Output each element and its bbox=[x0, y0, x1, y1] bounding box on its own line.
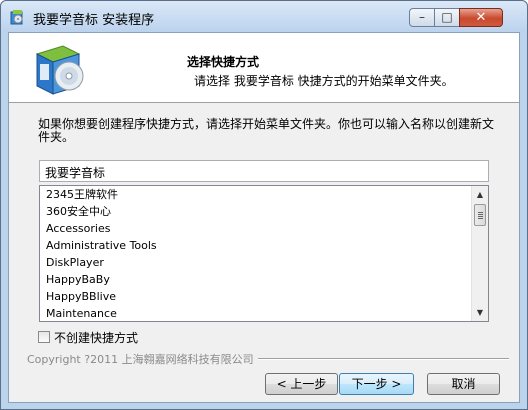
instructions-text: 如果你想要创建程序快捷方式，请选择开始菜单文件夹。你也可以输入名称以创建新文件夹… bbox=[38, 117, 495, 144]
back-button[interactable]: < 上一步 bbox=[265, 373, 338, 395]
scroll-down-icon[interactable]: ▼ bbox=[472, 304, 488, 321]
grip-line bbox=[478, 212, 483, 213]
list-item[interactable]: HappyBBlive bbox=[40, 288, 471, 305]
list-item[interactable]: Administrative Tools bbox=[40, 237, 471, 254]
start-menu-folder-list[interactable]: 2345王牌软件 360安全中心 Accessories Administrat… bbox=[39, 185, 489, 322]
copyright-text: Copyright ?2011 上海翱嘉网络科技有限公司 bbox=[27, 351, 258, 367]
installer-window: 我要学音标 安装程序 – □ ✕ 选择快捷方式 请选择 我要学音标 快捷方式的开… bbox=[0, 0, 528, 410]
folder-list-items: 2345王牌软件 360安全中心 Accessories Administrat… bbox=[40, 186, 471, 321]
maximize-icon: □ bbox=[441, 10, 453, 24]
close-button[interactable]: ✕ bbox=[459, 8, 503, 27]
scroll-thumb[interactable] bbox=[474, 204, 486, 226]
start-menu-folder-input[interactable]: 我要学音标 bbox=[39, 160, 489, 182]
list-item[interactable]: 360安全中心 bbox=[40, 203, 471, 220]
title-bar[interactable]: 我要学音标 安装程序 – □ ✕ bbox=[1, 1, 527, 31]
cancel-button[interactable]: 取消 bbox=[427, 373, 500, 395]
no-shortcut-label[interactable]: 不创建快捷方式 bbox=[54, 329, 138, 346]
list-item[interactable]: 2345王牌软件 bbox=[40, 186, 471, 203]
list-item[interactable]: Accessories bbox=[40, 220, 471, 237]
close-icon: ✕ bbox=[475, 10, 487, 25]
minimize-icon: – bbox=[419, 10, 425, 24]
grip-line bbox=[478, 216, 483, 217]
list-item[interactable]: HappyBaBy bbox=[40, 271, 471, 288]
minimize-button[interactable]: – bbox=[409, 8, 435, 27]
list-item[interactable]: DiskPlayer bbox=[40, 254, 471, 271]
next-button[interactable]: 下一步 > bbox=[339, 373, 414, 395]
grip-line bbox=[478, 214, 483, 215]
vertical-scrollbar[interactable]: ▲ ▼ bbox=[471, 186, 488, 321]
no-shortcut-checkbox[interactable] bbox=[38, 331, 50, 343]
dialog-client-area: 选择快捷方式 请选择 我要学音标 快捷方式的开始菜单文件夹。 如果你想要创建程序… bbox=[8, 32, 520, 403]
page-subtitle: 请选择 我要学音标 快捷方式的开始菜单文件夹。 bbox=[194, 74, 454, 88]
window-title: 我要学音标 安装程序 bbox=[33, 13, 155, 28]
installer-app-icon bbox=[10, 10, 23, 25]
page-title: 选择快捷方式 bbox=[187, 55, 260, 69]
wizard-header: 选择快捷方式 请选择 我要学音标 快捷方式的开始菜单文件夹。 bbox=[9, 33, 519, 103]
grip-line bbox=[478, 218, 483, 219]
branding-row: Copyright ?2011 上海翱嘉网络科技有限公司 bbox=[27, 351, 509, 367]
installer-disc-box-icon bbox=[35, 45, 84, 95]
list-item[interactable]: Maintenance bbox=[40, 305, 471, 321]
scroll-up-icon[interactable]: ▲ bbox=[472, 186, 488, 203]
maximize-button[interactable]: □ bbox=[434, 8, 460, 27]
